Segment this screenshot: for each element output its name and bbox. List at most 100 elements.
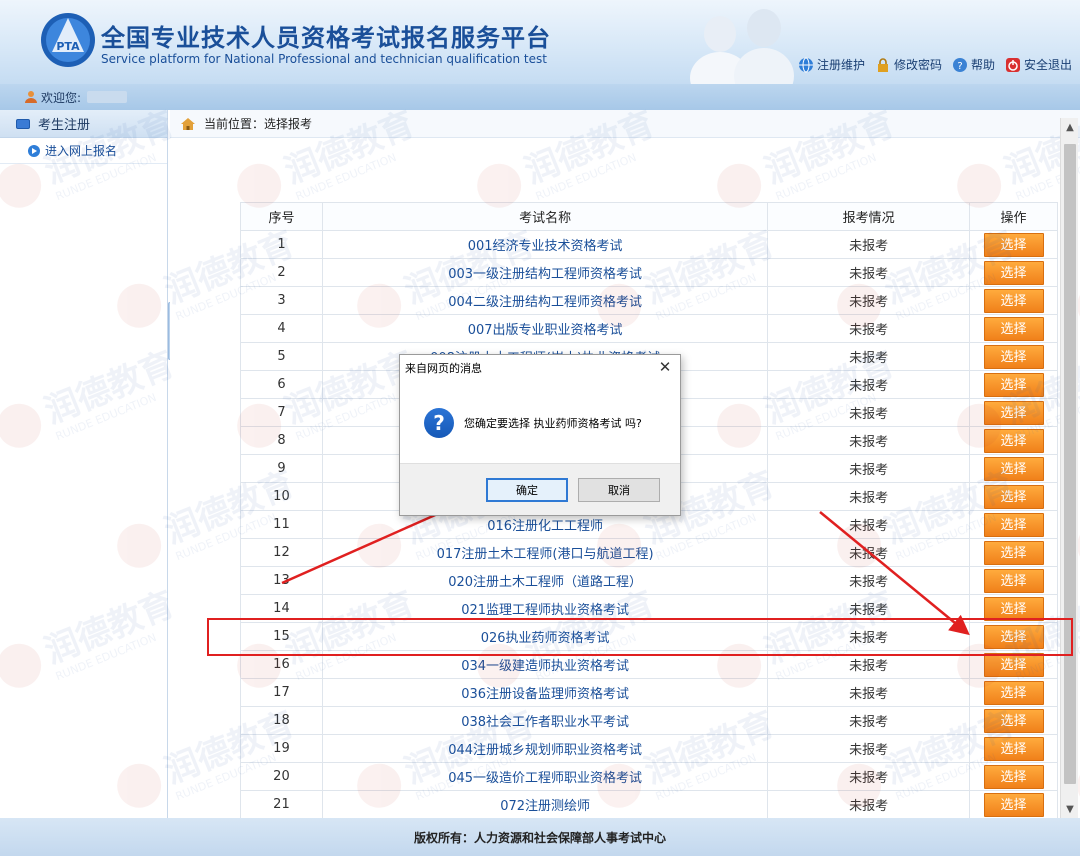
row-number: 7	[240, 398, 323, 427]
row-number: 19	[240, 734, 323, 763]
close-icon[interactable]: ✕	[658, 359, 672, 375]
welcome-label: 欢迎您:	[41, 90, 82, 105]
select-button[interactable]: 选择	[983, 484, 1044, 509]
select-button[interactable]: 选择	[983, 288, 1044, 313]
select-button[interactable]: 选择	[983, 428, 1044, 453]
select-button[interactable]: 选择	[983, 232, 1044, 257]
site-header: PTA 全国专业技术人员资格考试报名服务平台 Service platform …	[0, 0, 1080, 84]
breadcrumb: 当前位置：选择报考	[170, 110, 1080, 138]
column-header-status: 报考情况	[767, 202, 971, 231]
column-header-no: 序号	[240, 202, 323, 231]
section-icon	[16, 118, 30, 129]
select-button[interactable]: 选择	[983, 372, 1044, 397]
table-row: 12 017注册土木工程师(港口与航道工程) 未报考 选择	[240, 538, 1058, 567]
row-number: 4	[240, 314, 323, 343]
row-number: 11	[240, 510, 323, 539]
header-operators-illustration	[690, 9, 794, 84]
arrow-circle-icon	[28, 144, 40, 157]
row-number: 5	[240, 342, 323, 371]
table-row: 17 036注册设备监理师资格考试 未报考 选择	[240, 678, 1058, 707]
row-number: 21	[240, 790, 323, 818]
select-button[interactable]: 选择	[983, 260, 1044, 285]
table-row: 2 003一级注册结构工程师资格考试 未报考 选择	[240, 258, 1058, 287]
select-button[interactable]: 选择	[983, 316, 1044, 341]
site-subtitle: Service platform for National Profession…	[101, 52, 547, 66]
register-maintain-link[interactable]: 注册维护	[798, 56, 865, 73]
content-scrollbar[interactable]: ▲ ▼	[1060, 118, 1078, 818]
row-number: 15	[240, 622, 323, 651]
exam-status: 未报考	[767, 398, 971, 427]
exam-name: 001经济专业技术资格考试	[321, 230, 769, 259]
question-icon: ?	[424, 408, 454, 438]
select-button[interactable]: 选择	[983, 596, 1044, 621]
exam-name: 003一级注册结构工程师资格考试	[321, 258, 769, 287]
exam-status: 未报考	[767, 622, 971, 651]
breadcrumb-label: 当前位置：选择报考	[204, 117, 313, 131]
action-cell: 选择	[969, 510, 1058, 539]
row-number: 10	[240, 482, 323, 511]
exam-name: 004二级注册结构工程师资格考试	[321, 286, 769, 315]
table-row: 15 026执业药师资格考试 未报考 选择	[240, 622, 1058, 651]
logout-label: 安全退出	[1023, 58, 1072, 72]
row-number: 16	[240, 650, 323, 679]
logo-text: PTA	[56, 40, 80, 53]
exam-status: 未报考	[767, 482, 971, 511]
action-cell: 选择	[969, 706, 1058, 735]
select-button[interactable]: 选择	[983, 708, 1044, 733]
select-button[interactable]: 选择	[983, 512, 1044, 537]
sidebar-item-label: 进入网上报名	[45, 144, 118, 158]
table-row: 13 020注册土木工程师（道路工程） 未报考 选择	[240, 566, 1058, 595]
exam-name: 007出版专业职业资格考试	[321, 314, 769, 343]
change-password-link[interactable]: 修改密码	[875, 56, 942, 73]
help-link[interactable]: ? 帮助	[952, 56, 995, 73]
select-button[interactable]: 选择	[983, 764, 1044, 789]
select-button[interactable]: 选择	[983, 792, 1044, 817]
action-cell: 选择	[969, 594, 1058, 623]
action-cell: 选择	[969, 258, 1058, 287]
table-row: 16 034一级建造师执业资格考试 未报考 选择	[240, 650, 1058, 679]
sidebar-item-online-registration[interactable]: 进入网上报名	[0, 138, 167, 164]
scroll-up-icon[interactable]: ▲	[1061, 118, 1079, 136]
scroll-down-icon[interactable]: ▼	[1061, 800, 1079, 818]
select-button[interactable]: 选择	[983, 680, 1044, 705]
row-number: 12	[240, 538, 323, 567]
sidebar-section-candidate-register[interactable]: 考生注册	[0, 110, 167, 138]
table-header-row: 序号 考试名称 报考情况 操作	[240, 202, 1058, 231]
site-title: 全国专业技术人员资格考试报名服务平台	[101, 24, 551, 52]
footer: 版权所有：人力资源和社会保障部人事考试中心	[0, 818, 1080, 856]
exam-status: 未报考	[767, 342, 971, 371]
cancel-button[interactable]: 取消	[578, 478, 660, 502]
select-button[interactable]: 选择	[983, 540, 1044, 565]
select-button[interactable]: 选择	[983, 736, 1044, 761]
logout-link[interactable]: 安全退出	[1005, 56, 1072, 73]
exam-status: 未报考	[767, 734, 971, 763]
table-row: 19 044注册城乡规划师职业资格考试 未报考 选择	[240, 734, 1058, 763]
exam-status: 未报考	[767, 762, 971, 791]
row-number: 6	[240, 370, 323, 399]
select-button[interactable]: 选择	[983, 344, 1044, 369]
ok-button[interactable]: 确定	[486, 478, 568, 502]
exam-name: 072注册测绘师	[321, 790, 769, 818]
table-row: 18 038社会工作者职业水平考试 未报考 选择	[240, 706, 1058, 735]
action-cell: 选择	[969, 762, 1058, 791]
select-button[interactable]: 选择	[983, 456, 1044, 481]
action-cell: 选择	[969, 342, 1058, 371]
exam-status: 未报考	[767, 426, 971, 455]
select-button[interactable]: 选择	[983, 624, 1044, 649]
exam-name: 020注册土木工程师（道路工程）	[321, 566, 769, 595]
action-cell: 选择	[969, 650, 1058, 679]
row-number: 3	[240, 286, 323, 315]
table-row: 14 021监理工程师执业资格考试 未报考 选择	[240, 594, 1058, 623]
exam-name: 034一级建造师执业资格考试	[321, 650, 769, 679]
exam-name: 045一级造价工程师职业资格考试	[321, 762, 769, 791]
table-row: 3 004二级注册结构工程师资格考试 未报考 选择	[240, 286, 1058, 315]
select-button[interactable]: 选择	[983, 568, 1044, 593]
exam-name: 026执业药师资格考试	[321, 622, 769, 651]
globe-icon	[798, 57, 813, 72]
select-button[interactable]: 选择	[983, 400, 1044, 425]
confirm-dialog: 来自网页的消息 ✕ ? 您确定要选择 执业药师资格考试 吗? 确定 取消	[399, 354, 681, 516]
exam-name: 036注册设备监理师资格考试	[321, 678, 769, 707]
scroll-thumb[interactable]	[1064, 144, 1076, 784]
action-cell: 选择	[969, 286, 1058, 315]
select-button[interactable]: 选择	[983, 652, 1044, 677]
